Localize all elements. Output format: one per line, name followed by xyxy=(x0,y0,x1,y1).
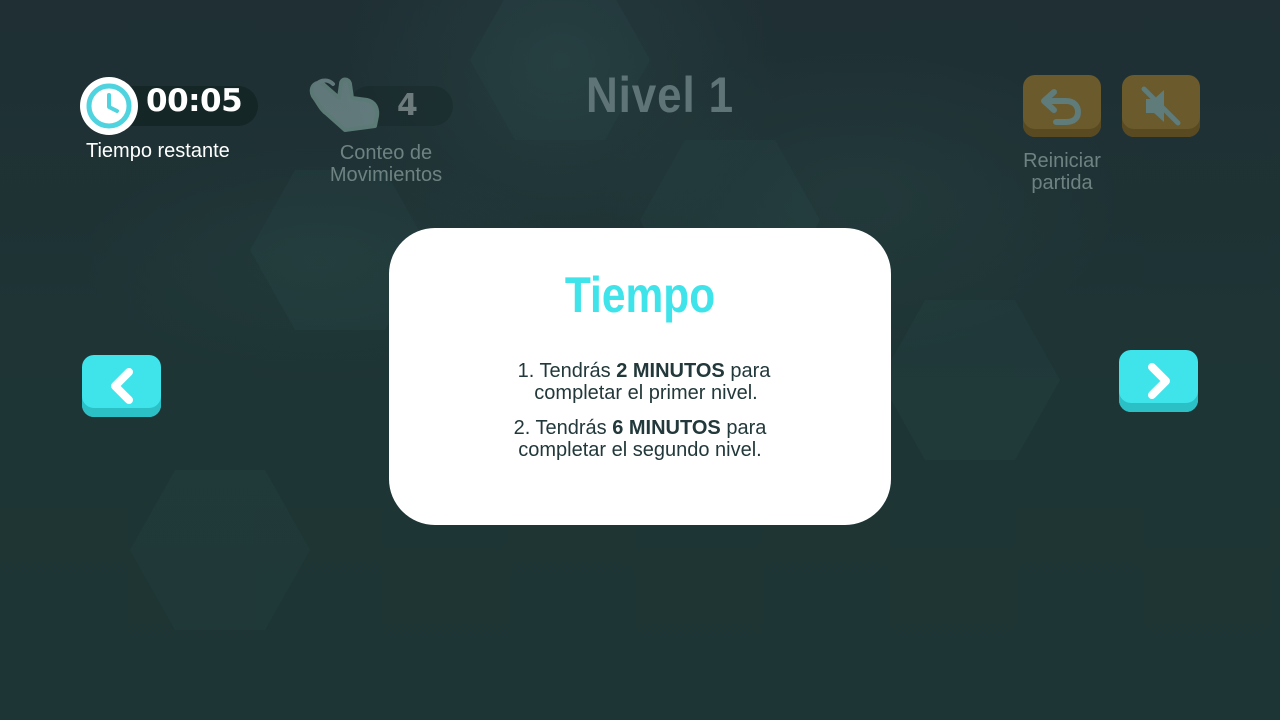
level-title: Nivel 1 xyxy=(585,67,735,123)
rule-2-prefix: 2. Tendrás xyxy=(513,417,613,439)
next-button[interactable] xyxy=(1119,350,1198,412)
rule-1-bold: 2 MINUTOS xyxy=(616,360,725,382)
moves-counter: 4 xyxy=(305,74,455,134)
undo-icon xyxy=(1041,89,1082,125)
rule-2-bold: 6 MINUTOS xyxy=(612,417,721,439)
moves-label-line2: Movimientos xyxy=(329,164,443,186)
chevron-left-icon xyxy=(110,368,133,404)
previous-button[interactable] xyxy=(82,355,161,417)
rule-2-suffix: para xyxy=(720,417,767,439)
moves-value: 4 xyxy=(397,88,418,123)
restart-label: Reiniciar partida xyxy=(1002,150,1122,194)
rule-1-line1: 1. Tendrás 2 MINUTOS para xyxy=(389,360,891,382)
restart-label-line1: Reiniciar xyxy=(1023,150,1101,172)
restart-button[interactable] xyxy=(1023,75,1101,137)
rule-2-line2: completar el segundo nivel. xyxy=(518,439,762,461)
mute-button[interactable] xyxy=(1122,75,1200,137)
modal-title: Tiempo xyxy=(564,267,716,323)
clock-icon xyxy=(80,77,138,135)
moves-label-line1: Conteo de xyxy=(339,142,433,164)
moves-label: Conteo de Movimientos xyxy=(312,142,460,186)
chevron-right-icon xyxy=(1147,363,1170,399)
timer-label: Tiempo restante xyxy=(86,140,230,162)
tutorial-modal: Tiempo 1. Tendrás 2 MINUTOS para complet… xyxy=(389,228,891,525)
timer-value: 00:05 xyxy=(146,83,243,119)
rule-2-line1: 2. Tendrás 6 MINUTOS para xyxy=(389,417,891,439)
rule-1-prefix: 1. Tendrás xyxy=(517,360,617,382)
rule-1: 1. Tendrás 2 MINUTOS para completar el p… xyxy=(389,360,891,404)
speaker-muted-icon xyxy=(1141,86,1181,126)
timer-widget: 00:05 xyxy=(80,77,260,135)
bg-hexagon xyxy=(880,300,1060,460)
rule-1-suffix: para xyxy=(724,360,771,382)
hand-tap-icon xyxy=(309,77,380,132)
restart-label-line2: partida xyxy=(1031,172,1093,194)
bg-hexagon xyxy=(130,470,310,630)
rule-2: 2. Tendrás 6 MINUTOS para completar el s… xyxy=(389,417,891,461)
rule-1-line2: completar el primer nivel. xyxy=(534,382,758,404)
